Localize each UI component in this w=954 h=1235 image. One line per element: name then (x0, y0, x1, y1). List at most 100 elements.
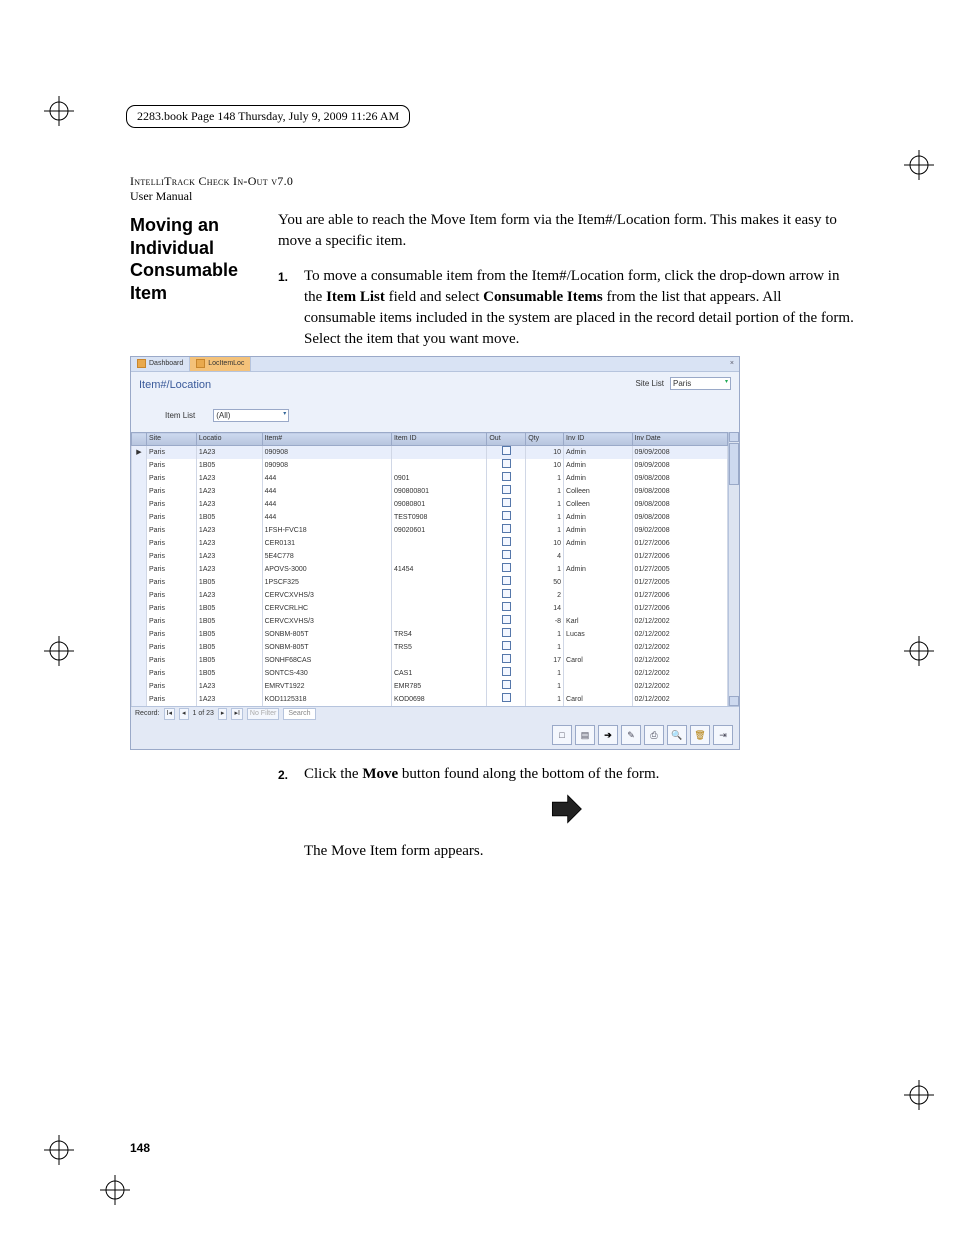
table-row[interactable]: Paris1A23KOD1125318KOD06981Carol02/12/20… (132, 693, 728, 706)
scrollbar-vertical[interactable] (728, 432, 739, 706)
site-list-select[interactable]: Paris▾ (670, 377, 731, 390)
checkbox[interactable] (502, 667, 511, 676)
intro-paragraph: You are able to reach the Move Item form… (278, 210, 854, 252)
table-row[interactable]: Paris1A23444090808011Colleen09/08/2008 (132, 498, 728, 511)
toolbar-move-button[interactable]: ➔ (598, 725, 618, 745)
checkbox[interactable] (502, 615, 511, 624)
table-row[interactable]: Paris1A23EMRVT1922EMR785102/12/2002 (132, 680, 728, 693)
table-row[interactable]: Paris1A234440908008011Colleen09/08/2008 (132, 485, 728, 498)
col-header[interactable]: Locatio (196, 433, 262, 446)
checkbox[interactable] (502, 459, 511, 468)
col-header[interactable] (132, 433, 147, 446)
table-row[interactable]: Paris1B05444TEST09081Admin09/08/2008 (132, 511, 728, 524)
row-selector[interactable] (132, 693, 147, 706)
col-header[interactable]: Out (487, 433, 526, 446)
table-row[interactable]: ▶Paris1A2309090810Admin09/09/2008 (132, 446, 728, 460)
step-text: Click the Move button found along the bo… (304, 764, 854, 785)
scroll-down-icon[interactable] (729, 696, 739, 706)
row-selector[interactable] (132, 459, 147, 472)
scroll-up-icon[interactable] (729, 432, 739, 442)
row-selector[interactable] (132, 602, 147, 615)
col-header[interactable]: Inv Date (632, 433, 727, 446)
chevron-down-icon: ▾ (283, 410, 286, 421)
page-number: 148 (130, 1141, 150, 1155)
checkbox[interactable] (502, 563, 511, 572)
row-selector[interactable] (132, 472, 147, 485)
row-selector[interactable] (132, 511, 147, 524)
nav-first[interactable]: I◂ (164, 708, 175, 720)
nav-last[interactable]: ▸I (231, 708, 242, 720)
col-header[interactable]: Item# (262, 433, 391, 446)
site-list-label: Site List (636, 378, 664, 389)
row-selector[interactable] (132, 576, 147, 589)
row-selector[interactable] (132, 615, 147, 628)
checkbox[interactable] (502, 576, 511, 585)
checkbox[interactable] (502, 628, 511, 637)
nav-prev[interactable]: ◂ (179, 708, 189, 720)
table-row[interactable]: Paris1A23CERVCXVHS/3201/27/2006 (132, 589, 728, 602)
row-selector[interactable] (132, 641, 147, 654)
table-row[interactable]: Paris1A23APOVS-3000414541Admin01/27/2005 (132, 563, 728, 576)
toolbar-print-button[interactable]: ⎙ (644, 725, 664, 745)
toolbar-new-button[interactable]: □ (552, 725, 572, 745)
record-nav-bar: Record: I◂ ◂ 1 of 23 ▸ ▸I No Filter Sear… (131, 706, 739, 721)
checkbox[interactable] (502, 602, 511, 611)
tab-icon (137, 359, 146, 368)
table-row[interactable]: Paris1B05SONTCS-430CAS1102/12/2002 (132, 667, 728, 680)
toolbar-preview-button[interactable]: 🔍 (667, 725, 687, 745)
checkbox[interactable] (502, 537, 511, 546)
toolbar-save-button[interactable]: ▤ (575, 725, 595, 745)
checkbox[interactable] (502, 511, 511, 520)
nav-next[interactable]: ▸ (218, 708, 228, 720)
table-row[interactable]: Paris1B051PSCF3255001/27/2005 (132, 576, 728, 589)
table-row[interactable]: Paris1A23CER013110Admin01/27/2006 (132, 537, 728, 550)
close-icon[interactable]: × (725, 359, 739, 369)
row-selector[interactable] (132, 537, 147, 550)
row-selector[interactable] (132, 667, 147, 680)
checkbox[interactable] (502, 446, 511, 455)
table-row[interactable]: Paris1B05SONBM-805TTRS5102/12/2002 (132, 641, 728, 654)
row-selector[interactable] (132, 524, 147, 537)
data-grid[interactable]: SiteLocatioItem#Item IDOutQtyInv IDInv D… (131, 432, 728, 706)
row-selector[interactable]: ▶ (132, 446, 147, 460)
toolbar-close-button[interactable]: ⇥ (713, 725, 733, 745)
table-row[interactable]: Paris1A2344409011Admin09/08/2008 (132, 472, 728, 485)
scroll-thumb[interactable] (729, 443, 739, 485)
toolbar-assign-button[interactable]: ✎ (621, 725, 641, 745)
checkbox[interactable] (502, 485, 511, 494)
table-row[interactable]: Paris1B0509090810Admin09/09/2008 (132, 459, 728, 472)
row-selector[interactable] (132, 654, 147, 667)
table-row[interactable]: Paris1A231FSH-FVC18090206011Admin09/02/2… (132, 524, 728, 537)
checkbox[interactable] (502, 654, 511, 663)
col-header[interactable]: Item ID (391, 433, 486, 446)
checkbox[interactable] (502, 693, 511, 702)
tab-dashboard[interactable]: Dashboard (131, 357, 190, 371)
tab-locitemloc[interactable]: LocItemLoc (190, 357, 251, 371)
row-selector[interactable] (132, 589, 147, 602)
nav-nofilter[interactable]: No Filter (247, 708, 279, 720)
row-selector[interactable] (132, 680, 147, 693)
table-row[interactable]: Paris1B05SONHF68CAS17Carol02/12/2002 (132, 654, 728, 667)
item-list-select[interactable]: (All)▾ (213, 409, 289, 422)
toolbar-delete-button[interactable]: 🗑 (690, 725, 710, 745)
checkbox[interactable] (502, 498, 511, 507)
row-selector[interactable] (132, 498, 147, 511)
checkbox[interactable] (502, 641, 511, 650)
table-row[interactable]: Paris1B05CERVCXVHS/3-8Karl02/12/2002 (132, 615, 728, 628)
checkbox[interactable] (502, 550, 511, 559)
checkbox[interactable] (502, 680, 511, 689)
checkbox[interactable] (502, 589, 511, 598)
checkbox[interactable] (502, 472, 511, 481)
row-selector[interactable] (132, 628, 147, 641)
row-selector[interactable] (132, 550, 147, 563)
checkbox[interactable] (502, 524, 511, 533)
nav-search[interactable]: Search (283, 708, 315, 720)
col-header[interactable]: Inv ID (564, 433, 633, 446)
col-header[interactable]: Site (147, 433, 197, 446)
table-row[interactable]: Paris1A235E4C778401/27/2006 (132, 550, 728, 563)
row-selector[interactable] (132, 485, 147, 498)
table-row[interactable]: Paris1B05SONBM-805TTRS41Lucas02/12/2002 (132, 628, 728, 641)
table-row[interactable]: Paris1B05CERVCRLHC1401/27/2006 (132, 602, 728, 615)
col-header[interactable]: Qty (526, 433, 564, 446)
row-selector[interactable] (132, 563, 147, 576)
